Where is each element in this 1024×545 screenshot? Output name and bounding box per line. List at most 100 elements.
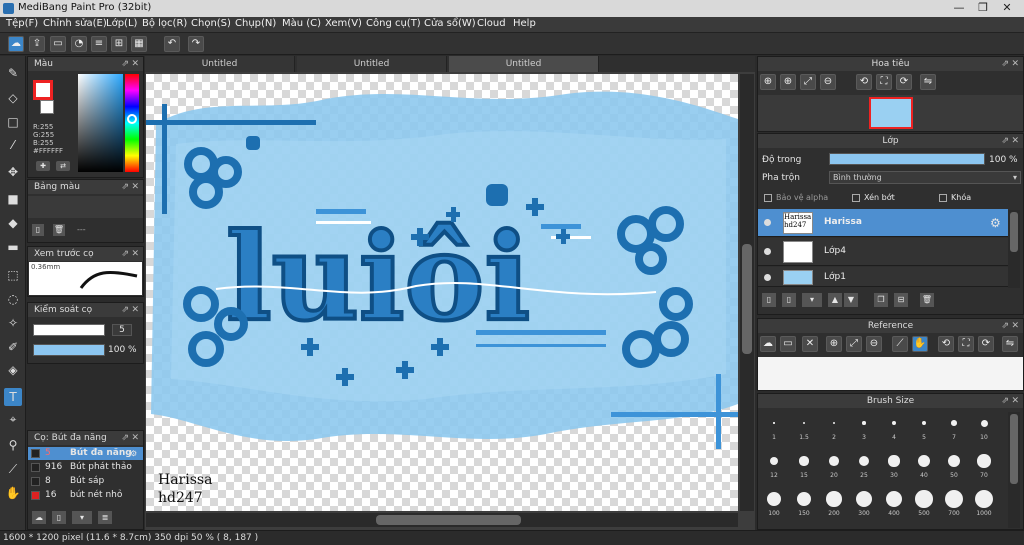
swap-color-icon[interactable]: ⇄ <box>56 161 70 171</box>
brush-size-option[interactable]: 40 <box>910 450 938 486</box>
fit-icon[interactable]: ⤢ <box>846 336 862 352</box>
zoom-in-icon[interactable]: ⊕ <box>780 74 796 90</box>
visibility-icon[interactable] <box>764 274 771 281</box>
fill-rect-icon[interactable]: ■ <box>4 190 22 208</box>
blend-mode-select[interactable]: Bình thường ▾ <box>829 171 1021 184</box>
close-button[interactable]: ✕ <box>996 1 1018 15</box>
vertical-scrollbar[interactable] <box>740 74 754 511</box>
brush-settings-icon[interactable]: ≣ <box>98 511 112 524</box>
bucket-tool-icon[interactable]: ◆ <box>4 214 22 232</box>
cloud-icon[interactable]: ☁ <box>8 36 24 52</box>
popout-icon[interactable]: ⇗ <box>1001 57 1009 71</box>
brush-size-value[interactable]: 5 <box>112 324 132 336</box>
clipping-checkbox[interactable]: Xén bớt <box>852 193 895 202</box>
duplicate-layer-icon[interactable]: ❐ <box>874 293 888 307</box>
brush-size-option[interactable]: 7 <box>940 412 968 448</box>
brush-menu-icon[interactable]: ▾ <box>72 511 92 524</box>
hue-handle[interactable] <box>127 114 137 124</box>
lock-checkbox[interactable]: Khóa <box>939 193 971 202</box>
brush-item-selected[interactable]: 5 Bút đa năng ⚙ <box>28 447 143 460</box>
menu-help[interactable]: Help <box>513 18 536 29</box>
horizontal-scrollbar[interactable] <box>146 513 738 527</box>
close-icon[interactable]: ✕ <box>131 180 139 194</box>
zoom-out-icon[interactable]: ⊖ <box>820 74 836 90</box>
menu-layer[interactable]: Lớp(L) <box>106 18 137 29</box>
eyedropper-icon[interactable]: ⟋ <box>4 460 22 478</box>
new-layer-icon[interactable]: ▯ <box>782 293 796 307</box>
comment-icon[interactable]: ▭ <box>50 36 66 52</box>
delete-layer-icon[interactable]: 🗑 <box>920 293 934 307</box>
brush-size-option[interactable]: 3 <box>850 412 878 448</box>
visibility-icon[interactable] <box>764 219 771 226</box>
select-eraser-icon[interactable]: ◈ <box>4 361 22 379</box>
menu-cloud[interactable]: Cloud <box>477 18 506 29</box>
layer-scroll-thumb[interactable] <box>1010 212 1018 252</box>
brush-item[interactable]: 16 bút nét nhỏ <box>28 489 143 502</box>
popout-icon[interactable]: ⇗ <box>1001 134 1009 148</box>
fit-window-icon[interactable]: ⛶ <box>876 74 892 90</box>
brush-size-option[interactable]: 150 <box>790 488 818 524</box>
maximize-button[interactable]: ❐ <box>972 1 994 15</box>
add-brush-icon[interactable]: ☁ <box>32 511 46 524</box>
eyedropper-icon[interactable]: ⟋ <box>892 336 908 352</box>
menu-filter[interactable]: Bộ lọc(R) <box>142 18 187 29</box>
menu-file[interactable]: Tệp(F) <box>6 18 38 29</box>
menu-view[interactable]: Xem(V) <box>325 18 362 29</box>
add-color-icon[interactable]: ✚ <box>36 161 50 171</box>
popout-icon[interactable]: ⇗ <box>121 431 129 445</box>
horizontal-scroll-thumb[interactable] <box>376 515 521 525</box>
brush-size-option[interactable]: 25 <box>850 450 878 486</box>
magic-wand-icon[interactable]: ✧ <box>4 314 22 332</box>
brush-size-option[interactable]: 20 <box>820 450 848 486</box>
layer-row-selected[interactable]: Harissa hd247 Harissa ⚙ <box>758 209 1008 237</box>
primary-color-swatch[interactable] <box>33 80 53 100</box>
menu-tools[interactable]: Công cụ(T) <box>366 18 421 29</box>
brush-size-option[interactable]: 15 <box>790 450 818 486</box>
brush-size-option[interactable]: 300 <box>850 488 878 524</box>
gear-icon[interactable]: ⚙ <box>130 447 137 460</box>
merge-layer-icon[interactable]: ⊟ <box>894 293 908 307</box>
menu-select[interactable]: Chọn(S) <box>191 18 231 29</box>
layer-row[interactable]: Lớp1 <box>758 267 1008 287</box>
tab-untitled-active[interactable]: Untitled <box>449 56 599 72</box>
hand-icon[interactable]: ✋ <box>912 336 928 352</box>
brush-size-option[interactable]: 500 <box>910 488 938 524</box>
zoom-out-icon[interactable]: ⊖ <box>866 336 882 352</box>
delete-palette-icon[interactable]: 🗑 <box>53 224 65 236</box>
cloud-icon[interactable]: ☁ <box>760 336 776 352</box>
select-pen-icon[interactable]: ✐ <box>4 338 22 356</box>
brush-size-option[interactable]: 1.5 <box>790 412 818 448</box>
close-icon[interactable]: ✕ <box>1011 394 1019 408</box>
menu-color[interactable]: Màu (C) <box>282 18 321 29</box>
operation-tool-icon[interactable]: ⌖ <box>4 410 22 428</box>
brush-size-option[interactable]: 12 <box>760 450 788 486</box>
folder-icon[interactable]: ▭ <box>780 336 796 352</box>
minimize-button[interactable]: — <box>948 1 970 15</box>
new-layer-icon[interactable]: ▯ <box>762 293 776 307</box>
popout-icon[interactable]: ⇗ <box>1001 319 1009 333</box>
close-icon[interactable]: ✕ <box>1011 319 1019 333</box>
redo-icon[interactable]: ↷ <box>188 36 204 52</box>
brush-size-option[interactable]: 200 <box>820 488 848 524</box>
popout-icon[interactable]: ⇗ <box>121 303 129 317</box>
layer-scrollbar[interactable] <box>1008 210 1020 288</box>
navigator-thumbnail[interactable] <box>869 97 913 129</box>
close-icon[interactable]: ✕ <box>1011 57 1019 71</box>
text-tool-icon[interactable]: T <box>4 388 22 406</box>
layout-icon[interactable]: ▦ <box>131 36 147 52</box>
rotate-right-icon[interactable]: ⟳ <box>896 74 912 90</box>
gradient-tool-icon[interactable]: ▬ <box>4 238 22 256</box>
brush-opacity-slider[interactable] <box>33 344 105 356</box>
brush-size-option[interactable]: 4 <box>880 412 908 448</box>
rotate-left-icon[interactable]: ⟲ <box>938 336 954 352</box>
flip-icon[interactable]: ⇋ <box>920 74 936 90</box>
grid-icon[interactable]: ⊞ <box>111 36 127 52</box>
pen-tool-icon[interactable]: ⁄ <box>4 136 22 154</box>
tab-untitled[interactable]: Untitled <box>297 56 447 72</box>
fit-window-icon[interactable]: ⛶ <box>958 336 974 352</box>
brush-size-option[interactable]: 1000 <box>970 488 998 524</box>
brush-size-slider[interactable] <box>33 324 105 336</box>
brush-size-option[interactable]: 2 <box>820 412 848 448</box>
document-icon[interactable]: ≡ <box>91 36 107 52</box>
brush-item[interactable]: 8 Bút sáp <box>28 475 143 488</box>
